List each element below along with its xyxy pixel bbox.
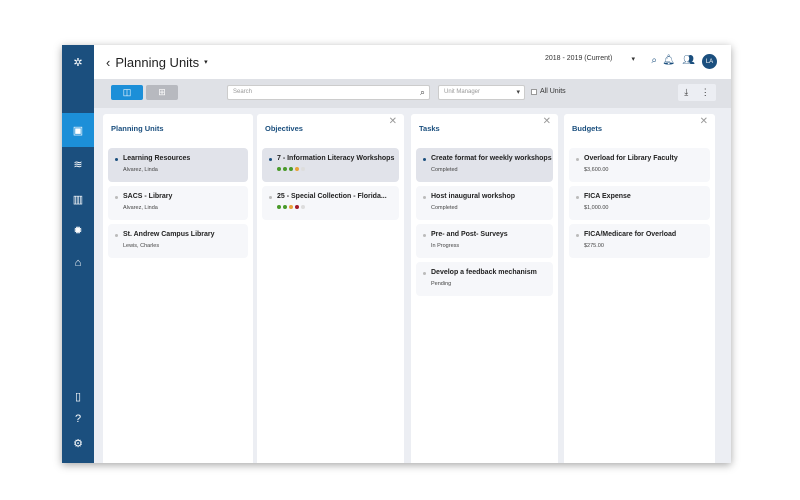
all-units-checkbox[interactable]: All Units <box>531 88 566 95</box>
checkbox[interactable] <box>531 88 537 95</box>
bullet-icon <box>576 234 579 237</box>
calendar-check-icon[interactable]: ▣ <box>62 113 94 147</box>
header: ‹ Planning Units ▾ 2018 - 2019 (Current) ▾ … <box>94 45 731 79</box>
bullet-icon <box>115 196 118 199</box>
download-icon[interactable]: ⤓ <box>684 87 688 98</box>
list-item[interactable]: 7 - Information Literacy Workshops <box>262 148 399 182</box>
status-dot <box>301 167 305 171</box>
status-dot <box>289 205 293 209</box>
bullet-icon <box>576 196 579 199</box>
bullet-icon <box>115 234 118 237</box>
close-icon[interactable]: ✕ <box>543 116 551 127</box>
unit-manager-select[interactable]: Unit Manager ▾ <box>438 85 525 100</box>
search-icon[interactable]: ⌕ <box>651 55 657 66</box>
chevron-down-icon: ▾ <box>516 89 520 96</box>
bullet-icon <box>423 272 426 275</box>
list-item[interactable]: Overload for Library Faculty $3,600.00 <box>569 148 710 182</box>
bullet-icon <box>423 234 426 237</box>
avatar[interactable]: LA <box>702 54 717 69</box>
badge-icon[interactable]: ✹ <box>62 215 94 245</box>
column-view-button[interactable]: ◫ <box>111 85 143 100</box>
grid-view-button[interactable]: ⊞ <box>146 85 178 100</box>
bullet-icon <box>576 158 579 161</box>
column-tasks: Tasks ✕ Create format for weekly workshops… <box>411 114 558 463</box>
bullet-icon <box>423 196 426 199</box>
column-title: Budgets <box>572 124 602 133</box>
column-budgets: Budgets ✕ Overload for Library Faculty $3,6… <box>564 114 715 463</box>
chevron-down-icon: ▾ <box>631 56 635 63</box>
toolbar: ◫ ⊞ Search ⌕ Unit Manager ▾ All Units ⤓ ⋮ <box>94 79 731 108</box>
search-input[interactable]: Search ⌕ <box>227 85 430 100</box>
bullet-icon <box>269 158 272 161</box>
list-item[interactable]: Learning Resources Alvarez, Linda <box>108 148 248 182</box>
status-dot <box>289 167 293 171</box>
list-item[interactable]: 25 - Special Collection - Florida... <box>262 186 399 220</box>
year-select[interactable]: 2018 - 2019 (Current) ▾ <box>545 55 635 63</box>
bar-chart-icon[interactable]: ▥ <box>62 184 94 214</box>
list-item[interactable]: Create format for weekly workshops Comple… <box>416 148 553 182</box>
app-window: ✲ ▣ ≋ ▥ ✹ ⌂ ▯ ? ⚙ ‹ Planning Units ▾ 2018 … <box>62 45 731 463</box>
list-item[interactable]: FICA Expense $1,000.00 <box>569 186 710 220</box>
status-dot <box>277 167 281 171</box>
close-icon[interactable]: ✕ <box>700 116 708 127</box>
status-dot <box>295 167 299 171</box>
institution-icon[interactable]: ⌂ <box>62 248 94 278</box>
list-item[interactable]: St. Andrew Campus Library Lewis, Charles <box>108 224 248 258</box>
column-title: Planning Units <box>111 124 164 133</box>
list-item[interactable]: Host inaugural workshop Completed <box>416 186 553 220</box>
list-item[interactable]: SACS - Library Alvarez, Linda <box>108 186 248 220</box>
column-title: Tasks <box>419 124 440 133</box>
status-dot <box>277 205 281 209</box>
list-item[interactable]: Develop a feedback mechanism Pending <box>416 262 553 296</box>
status-dots <box>277 167 399 171</box>
sidebar: ✲ ▣ ≋ ▥ ✹ ⌂ ▯ ? ⚙ <box>62 45 94 463</box>
logo-icon[interactable]: ✲ <box>62 45 94 79</box>
bullet-icon <box>269 196 272 199</box>
status-dot <box>295 205 299 209</box>
bullet-icon <box>423 158 426 161</box>
search-icon: ⌕ <box>419 87 425 97</box>
column-planning-units: Planning Units Learning Resources Alvarez,… <box>103 114 253 463</box>
list-item[interactable]: FICA/Medicare for Overload $275.00 <box>569 224 710 258</box>
bell-icon[interactable]: 🔔︎ <box>662 55 675 66</box>
status-dot <box>283 205 287 209</box>
close-icon[interactable]: ✕ <box>389 116 397 127</box>
page-title[interactable]: ‹ Planning Units ▾ <box>106 55 208 70</box>
users-icon[interactable]: 👥︎ <box>682 55 695 66</box>
list-item[interactable]: Pre- and Post- Surveys In Progress <box>416 224 553 258</box>
bullet-icon <box>115 158 118 161</box>
chevron-down-icon[interactable]: ▾ <box>204 58 208 66</box>
more-vertical-icon[interactable]: ⋮ <box>701 87 710 98</box>
column-title: Objectives <box>265 124 303 133</box>
status-dot <box>301 205 305 209</box>
status-dot <box>283 167 287 171</box>
settings-icon[interactable]: ⚙ <box>62 428 94 458</box>
status-dots <box>277 205 399 209</box>
coins-icon[interactable]: ≋ <box>62 149 94 179</box>
column-objectives: Objectives ✕ 7 - Information Literacy Work… <box>257 114 404 463</box>
back-icon[interactable]: ‹ <box>106 55 110 70</box>
